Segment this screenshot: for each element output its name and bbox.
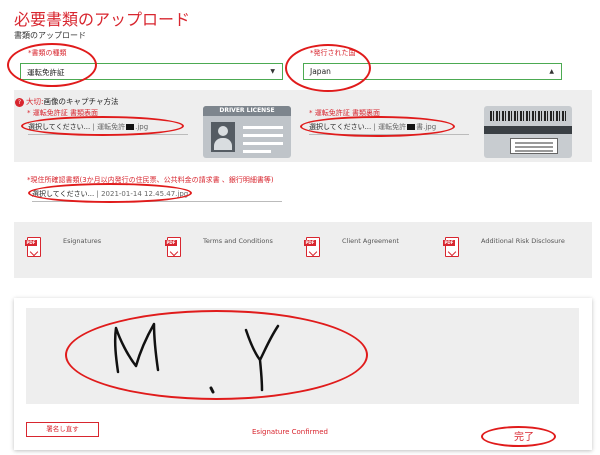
photo-placeholder-icon [211,122,235,152]
doc-type-label: *書類の種類 [28,49,67,57]
pdf-icon[interactable]: PDF [165,237,183,259]
address-upload-label: *現住所確認書類(3か月以内発行の住民票、公共料金の請求書 、銀行明細書等) [27,176,274,184]
doc-esignatures[interactable]: Esignatures [63,237,101,245]
pdf-icon[interactable]: PDF [304,237,322,259]
license-front-caption: DRIVER LICENSE [203,106,291,116]
front-choose-button[interactable]: 選択してください... [28,123,90,131]
chevron-down-icon: ▼ [270,68,275,75]
issuer-label: *発行された国 [310,49,356,57]
back-file-input[interactable]: 選択してください... | 運転免許 書.jpg [309,122,469,135]
documents-panel [14,222,592,278]
page-subtitle: 書類のアップロード [14,31,86,40]
issuer-select[interactable]: Japan ▲ [303,63,562,80]
front-file-ext: .jpg [135,123,149,131]
important-text: 画像のキャプチャ方法 [43,97,119,106]
magstripe [484,126,572,134]
doc-type-select[interactable]: 運転免許証 ▼ [20,63,283,80]
doc-additional-risk[interactable]: Additional Risk Disclosure [481,237,565,245]
address-file-input[interactable]: 選択してください... | 2021-01-14 12.45.47.jpg [32,189,282,202]
address-file-name: 2021-01-14 12.45.47.jpg [101,190,189,198]
back-choose-button[interactable]: 選択してください... [309,123,371,131]
redaction-mark [126,124,135,130]
barcode-icon [490,111,566,121]
card-text-area [510,138,558,154]
issuer-value: Japan [310,67,331,76]
important-strong: 大切: [26,97,44,106]
done-button[interactable]: 完了 [514,428,534,443]
pdf-icon[interactable]: PDF [443,237,461,259]
back-file-ext: .jpg [423,123,437,131]
front-file-input[interactable]: 選択してください... | 運転免許 .jpg [28,122,188,135]
signature-pad[interactable] [26,308,579,404]
capture-guide[interactable]: ? 大切:画像のキャプチャ方法 [15,96,118,107]
back-upload-label: * 運転免許証 書類裏面 [309,109,380,117]
front-upload-label: * 運転免許証 書類表面 [27,109,98,117]
chevron-up-icon: ▲ [549,68,554,75]
license-front-image: DRIVER LICENSE [203,106,291,158]
page-title: 必要書類のアップロード [14,10,191,29]
doc-client-agreement[interactable]: Client Agreement [342,237,399,245]
redaction-mark [407,124,416,130]
esignature-status: Esignature Confirmed [252,428,328,436]
question-icon: ? [15,97,24,107]
front-file-prefix: 運転免許 [97,123,126,131]
resign-button[interactable]: 署名し直す [26,422,99,437]
address-choose-button[interactable]: 選択してください... [32,190,94,198]
pdf-icon[interactable]: PDF [25,237,43,259]
back-file-prefix: 運転免許 [378,123,407,131]
doc-type-value: 運転免許証 [27,68,65,77]
doc-terms-conditions[interactable]: Terms and Conditions [203,237,273,245]
license-back-image [484,106,572,158]
signature-drawing [113,322,280,394]
